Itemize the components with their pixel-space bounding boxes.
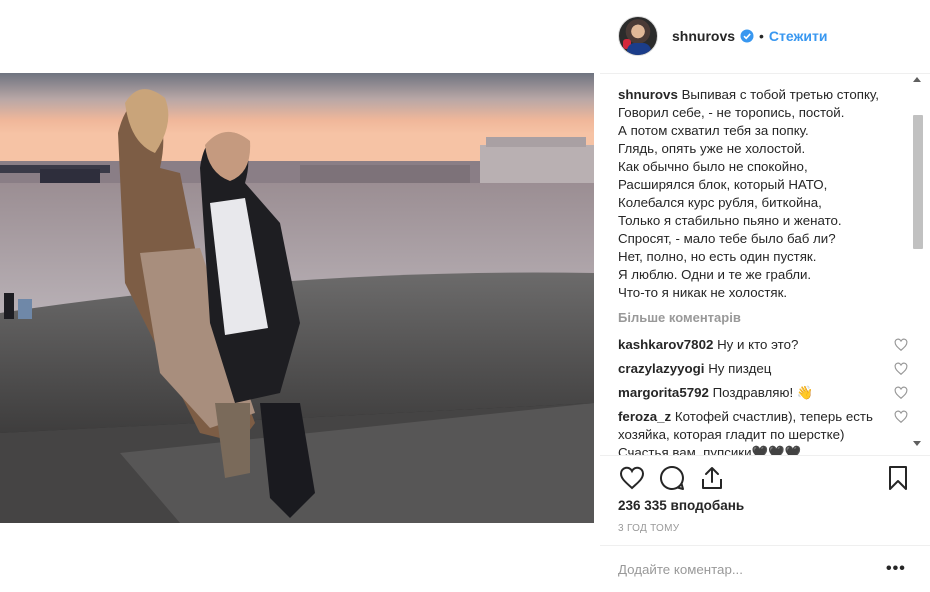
add-comment-input[interactable]: Додайте коментар... [618, 562, 743, 577]
scroll-thumb[interactable] [913, 115, 923, 249]
comment-username[interactable]: crazylazyyogi [618, 361, 704, 376]
comment-item: feroza_z Котофей счастлив), теперь есть … [618, 408, 908, 456]
heart-icon[interactable] [618, 464, 646, 492]
heart-outline-icon[interactable] [894, 338, 908, 352]
comment-item: crazylazyyogi Ну пиздец [618, 360, 908, 378]
comment-item: margorita5792 Поздравляю! 👋 [618, 384, 908, 402]
scroll-down-arrow-icon[interactable] [913, 441, 921, 446]
divider [600, 545, 930, 546]
post-caption: shnurovs Выпивая с тобой третью стопку, … [618, 86, 908, 302]
caption-line: Только я стабильно пьяно и женато. [618, 213, 842, 228]
verified-badge-icon [740, 29, 754, 43]
divider [600, 455, 930, 456]
caption-username[interactable]: shnurovs [618, 87, 678, 102]
post-timestamp[interactable]: 3 ГОД ТОМУ [618, 523, 679, 534]
post-actions [618, 462, 918, 494]
heart-outline-icon[interactable] [894, 410, 908, 424]
avatar[interactable] [618, 16, 658, 56]
share-icon[interactable] [698, 464, 726, 492]
heart-outline-icon[interactable] [894, 362, 908, 376]
comment-text: Ну пиздец [708, 361, 772, 376]
username-link[interactable]: shnurovs [672, 28, 735, 44]
caption-line: Нет, полно, но есть один пустяк. [618, 249, 817, 264]
caption-line: Говорил себе, - не торопись, постой. [618, 105, 845, 120]
post-photo-image [0, 73, 594, 523]
comment-username[interactable]: margorita5792 [618, 385, 709, 400]
post-side-panel: shnurovs • Стежити shnurovs Выпивая с то… [600, 0, 930, 592]
heart-outline-icon[interactable] [894, 386, 908, 400]
comments-scrollbar[interactable] [910, 75, 924, 455]
bookmark-icon[interactable] [884, 464, 912, 492]
follow-button[interactable]: Стежити [769, 28, 828, 44]
comment-username[interactable]: feroza_z [618, 409, 671, 424]
comment-text: Поздравляю! 👋 [712, 385, 814, 400]
comment-icon[interactable] [658, 464, 686, 492]
post-photo[interactable] [0, 73, 594, 523]
divider [600, 73, 930, 74]
caption-line: Что-то я никак не холостяк. [618, 285, 788, 300]
comment-username[interactable]: kashkarov7802 [618, 337, 713, 352]
separator-dot: • [759, 28, 764, 44]
comment-item: kashkarov7802 Ну и кто это? [618, 336, 908, 354]
load-more-comments-button[interactable]: Більше коментарів [618, 310, 908, 330]
caption-line: Спросят, - мало тебе было баб ли? [618, 231, 836, 246]
scroll-up-arrow-icon[interactable] [913, 77, 921, 82]
caption-line: Как обычно было не спокойно, [618, 159, 808, 174]
likes-count[interactable]: 236 335 вподобань [618, 498, 744, 513]
post-header: shnurovs • Стежити [618, 16, 918, 56]
caption-line: Выпивая с тобой третью стопку, [681, 87, 879, 102]
more-options-button[interactable]: ••• [886, 560, 906, 578]
comment-text: Ну и кто это? [717, 337, 799, 352]
comments-list: shnurovs Выпивая с тобой третью стопку, … [618, 86, 908, 456]
caption-line: Я люблю. Одни и те же грабли. [618, 267, 812, 282]
caption-line: Расширялся блок, который НАТО, [618, 177, 828, 192]
caption-line: Глядь, опять уже не холостой. [618, 141, 806, 156]
caption-line: Колебался курс рубля, биткойна, [618, 195, 822, 210]
caption-line: А потом схватил тебя за попку. [618, 123, 809, 138]
